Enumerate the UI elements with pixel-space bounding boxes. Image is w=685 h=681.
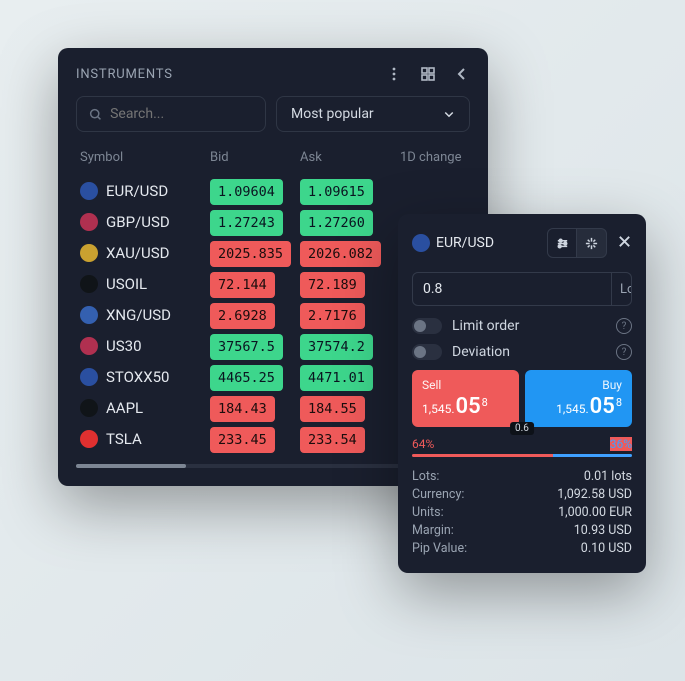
ask-value: 184.55: [300, 396, 365, 422]
panel-title: INSTRUMENTS: [76, 67, 173, 82]
order-symbol: EUR/USD: [436, 235, 494, 251]
bid-value: 1.09604: [210, 179, 283, 205]
bid-value: 184.43: [210, 396, 275, 422]
symbol-text: GBP/USD: [106, 213, 170, 231]
buy-label: Buy: [535, 378, 622, 392]
flag-icon: [80, 368, 98, 386]
symbol-text: US30: [106, 337, 142, 355]
detail-key: Pip Value:: [412, 541, 467, 556]
dropdown-label: Most popular: [291, 106, 374, 122]
deviation-help-icon[interactable]: ?: [616, 344, 632, 360]
instrument-flag-icon: [412, 234, 430, 252]
size-input[interactable]: [413, 273, 611, 305]
ask-value: 4471.01: [300, 365, 373, 391]
ask-value: 37574.2: [300, 334, 373, 360]
sentiment-left: 64%: [412, 437, 434, 451]
bid-value: 4465.25: [210, 365, 283, 391]
sell-button[interactable]: Sell 1,545.058: [412, 370, 519, 427]
deviation-label: Deviation: [452, 344, 510, 360]
more-icon[interactable]: [386, 66, 402, 82]
limit-order-toggle[interactable]: [412, 318, 442, 334]
symbol-text: STOXX50: [106, 368, 169, 386]
symbol-text: AAPL: [106, 399, 143, 417]
close-icon: [617, 234, 632, 249]
bid-value: 2.6928: [210, 303, 275, 329]
detail-key: Lots:: [412, 469, 439, 484]
settings-button[interactable]: [547, 228, 577, 258]
col-bid: Bid: [210, 150, 300, 165]
search-input-wrapper[interactable]: [76, 96, 266, 132]
detail-row: Lots: 0.01 lots: [412, 467, 632, 485]
grid-icon[interactable]: [420, 66, 436, 82]
spread-badge: 0.6: [510, 422, 534, 435]
table-row[interactable]: EUR/USD 1.09604 1.09615: [76, 175, 470, 206]
bid-value: 72.144: [210, 272, 275, 298]
sentiment-right: 36%: [610, 437, 632, 451]
unit-dropdown[interactable]: Lots: [611, 273, 632, 305]
search-input[interactable]: [110, 106, 253, 122]
ask-value: 2026.082: [300, 241, 381, 267]
instruments-header: INSTRUMENTS: [76, 66, 470, 82]
buy-button[interactable]: Buy 1,545.058: [525, 370, 632, 427]
symbol-text: XNG/USD: [106, 306, 171, 324]
collapse-icon[interactable]: [454, 66, 470, 82]
sentiment-bar: [412, 454, 632, 457]
ask-value: 1.27260: [300, 210, 373, 236]
order-panel: EUR/USD Lots +− Limit order ? Deviation …: [398, 214, 646, 573]
deviation-toggle[interactable]: [412, 344, 442, 360]
quick-trade-button[interactable]: [577, 228, 607, 258]
detail-value: 1,092.58 USD: [557, 487, 632, 502]
close-button[interactable]: [617, 234, 632, 253]
detail-key: Units:: [412, 505, 444, 520]
detail-row: Pip Value: 0.10 USD: [412, 539, 632, 557]
flag-icon: [80, 399, 98, 417]
flag-icon: [80, 275, 98, 293]
ask-value: 1.09615: [300, 179, 373, 205]
detail-key: Margin:: [412, 523, 454, 538]
order-details: Lots:0.01 lotsCurrency:1,092.58 USDUnits…: [412, 467, 632, 557]
ask-value: 72.189: [300, 272, 365, 298]
table-header: Symbol Bid Ask 1D change: [76, 144, 470, 175]
ask-value: 2.7176: [300, 303, 365, 329]
bid-value: 37567.5: [210, 334, 283, 360]
detail-value: 1,000.00 EUR: [558, 505, 632, 520]
symbol-text: USOIL: [106, 275, 147, 293]
bid-value: 1.27243: [210, 210, 283, 236]
ask-value: 233.54: [300, 427, 365, 453]
flag-icon: [80, 213, 98, 231]
sparkle-icon: [584, 236, 599, 251]
sell-label: Sell: [422, 378, 509, 392]
flag-icon: [80, 306, 98, 324]
chevron-down-icon: [443, 108, 455, 120]
size-input-wrapper: Lots +−: [412, 272, 632, 306]
flag-icon: [80, 337, 98, 355]
flag-icon: [80, 182, 98, 200]
detail-key: Currency:: [412, 487, 464, 502]
bid-value: 233.45: [210, 427, 275, 453]
symbol-text: TSLA: [106, 430, 142, 448]
flag-icon: [80, 430, 98, 448]
bid-value: 2025.835: [210, 241, 291, 267]
detail-value: 0.01 lots: [584, 469, 632, 484]
sliders-icon: [555, 236, 570, 251]
col-ask: Ask: [300, 150, 400, 165]
detail-row: Margin: 10.93 USD: [412, 521, 632, 539]
limit-order-label: Limit order: [452, 318, 519, 334]
detail-value: 0.10 USD: [581, 541, 632, 556]
col-symbol: Symbol: [80, 150, 210, 165]
symbol-text: EUR/USD: [106, 182, 168, 200]
detail-row: Units: 1,000.00 EUR: [412, 503, 632, 521]
search-icon: [89, 107, 102, 122]
flag-icon: [80, 244, 98, 262]
limit-help-icon[interactable]: ?: [616, 318, 632, 334]
col-change: 1D change: [400, 150, 466, 165]
filter-dropdown[interactable]: Most popular: [276, 96, 470, 132]
symbol-text: XAU/USD: [106, 244, 169, 262]
detail-row: Currency: 1,092.58 USD: [412, 485, 632, 503]
detail-value: 10.93 USD: [574, 523, 632, 538]
